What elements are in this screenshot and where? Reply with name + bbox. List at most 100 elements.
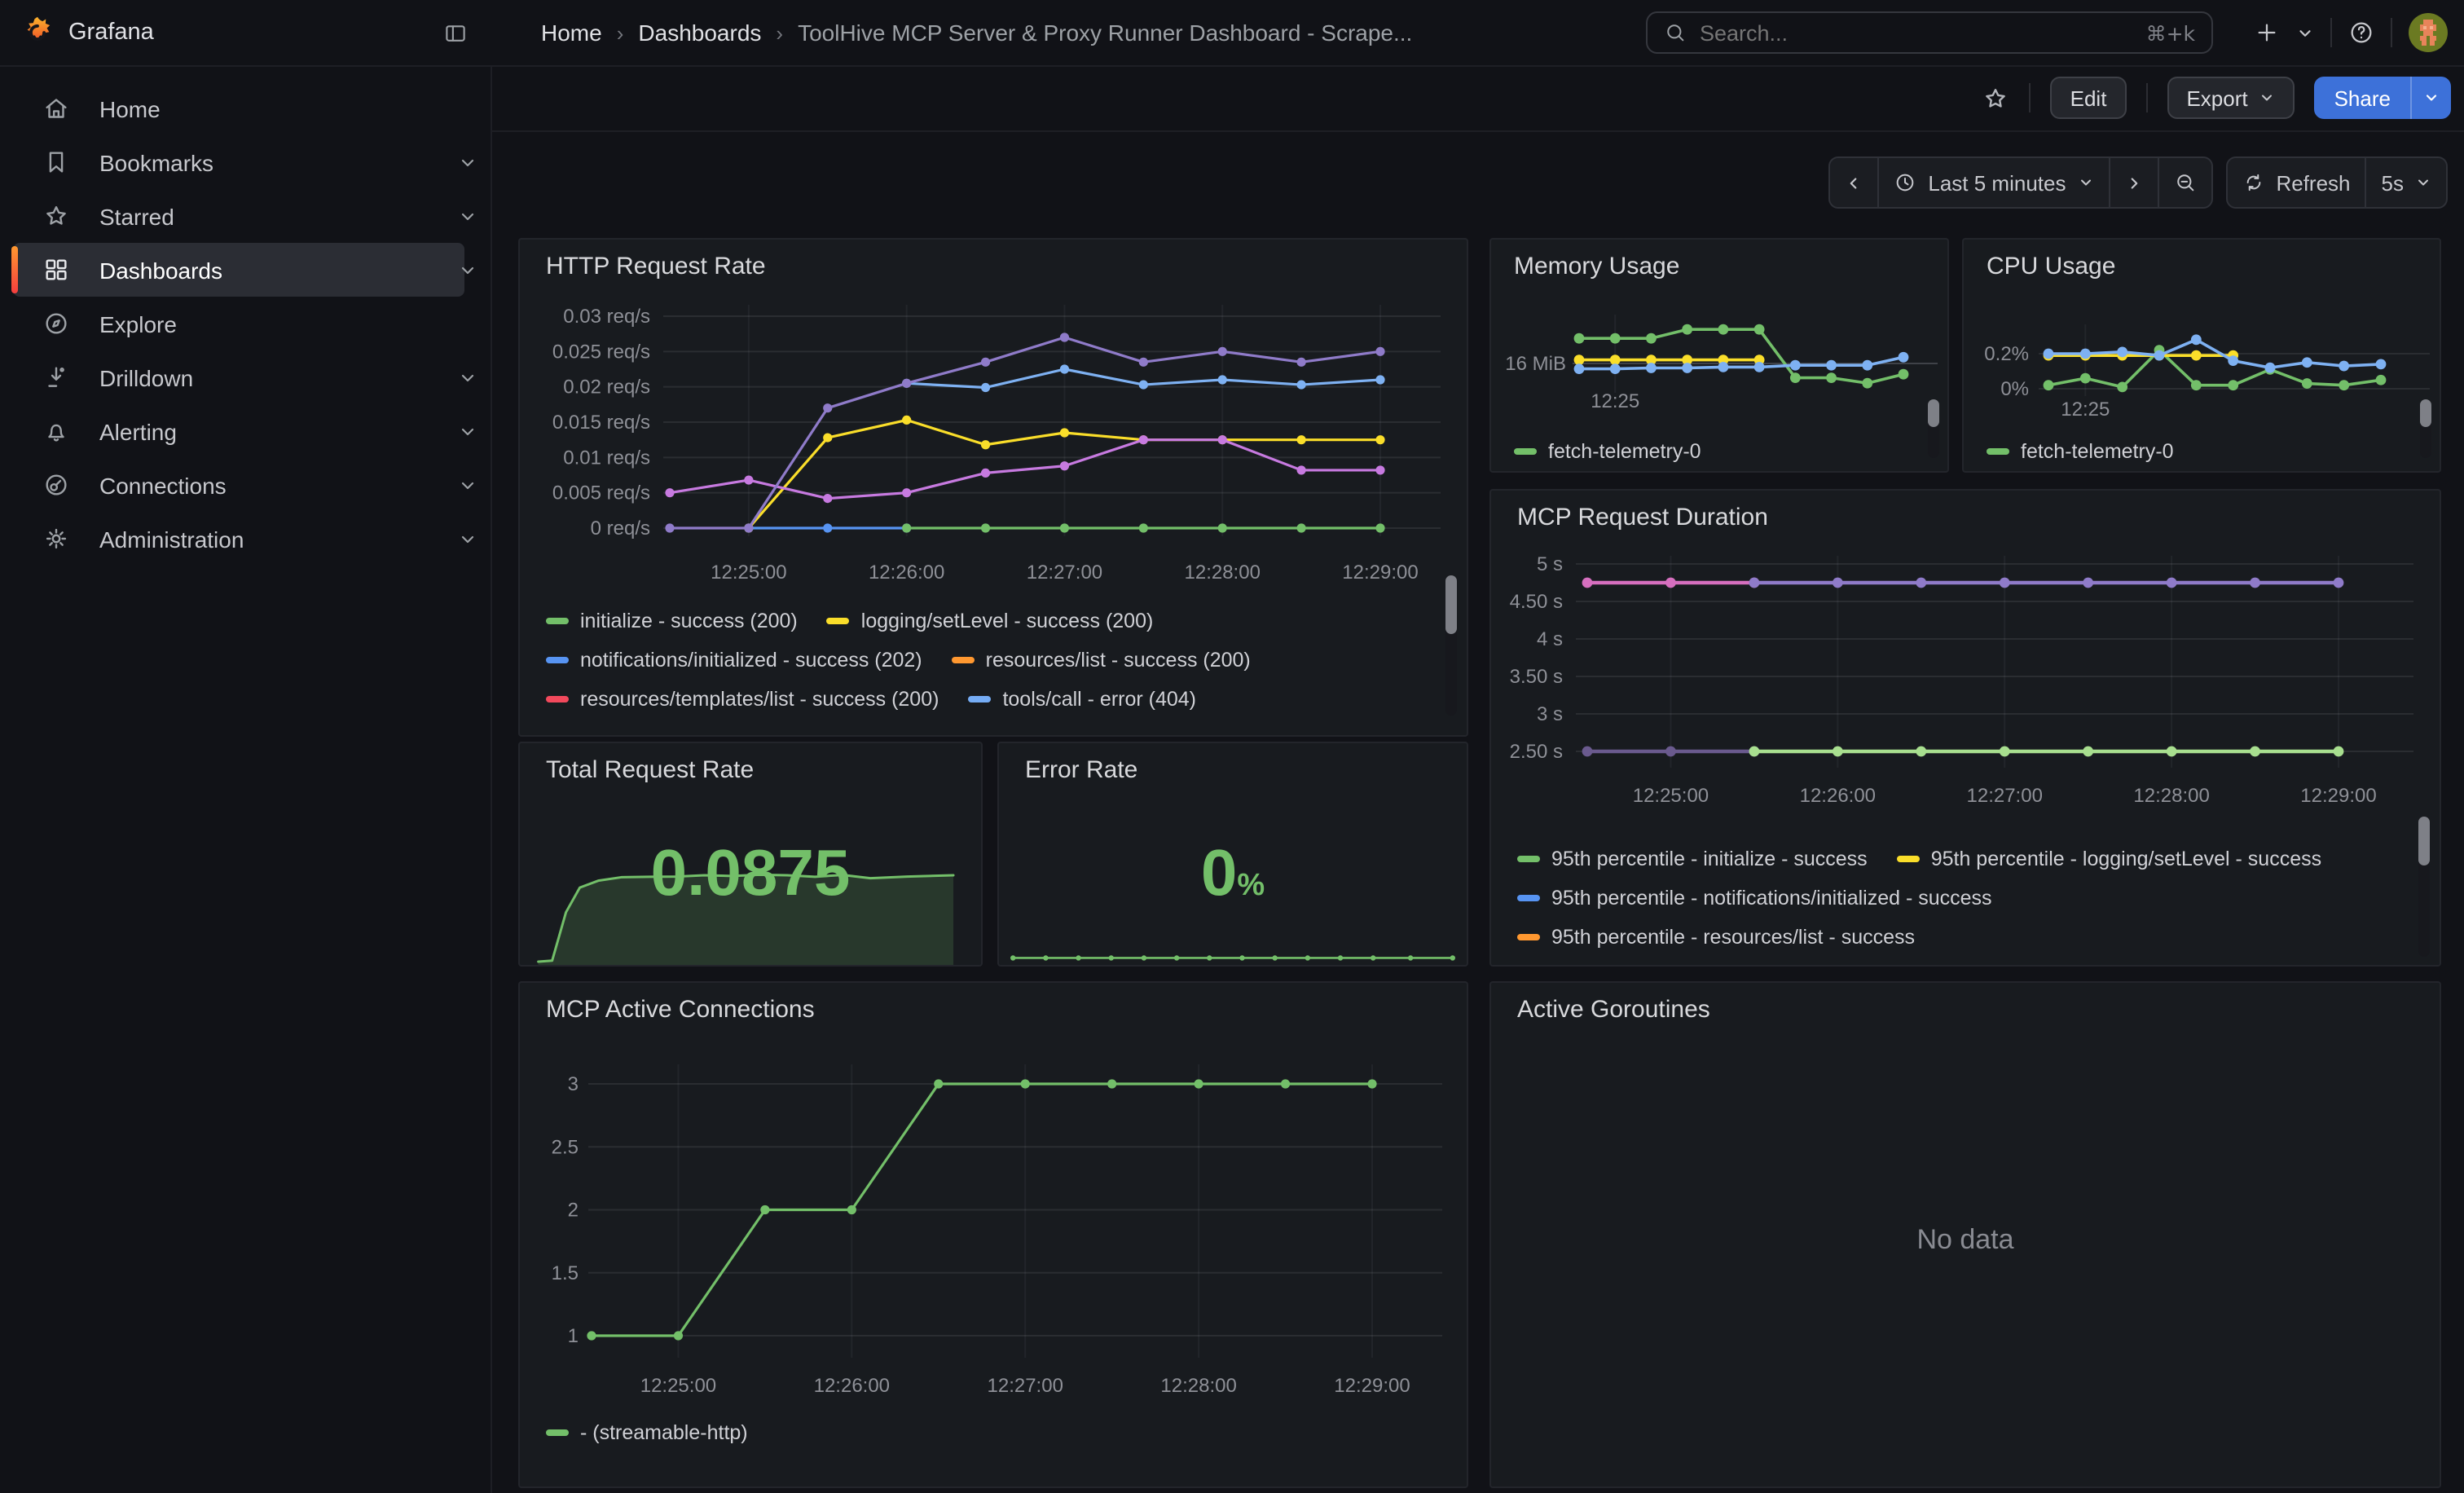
grafana-logo-icon[interactable] — [20, 15, 55, 51]
stat-value: 0.0875 — [520, 838, 981, 911]
legend-label: unknown - success (200) — [1150, 727, 1376, 729]
panel-error-rate[interactable]: Error Rate 0% — [997, 742, 1468, 967]
legend-label: notifications/initialized - success (202… — [580, 649, 922, 672]
chart-legend: fetch-telemetry-0 — [1514, 432, 1912, 471]
panel-mcp-request-duration[interactable]: MCP Request Duration 5 s4.50 s4 s3.50 s3… — [1489, 489, 2441, 967]
sidebar-item-connections[interactable]: Connections — [13, 458, 464, 512]
legend-item[interactable]: - (streamable-http) — [546, 1421, 748, 1444]
sidebar-item-home[interactable]: Home — [13, 81, 464, 135]
svg-text:3: 3 — [568, 1073, 579, 1095]
divider — [2391, 18, 2392, 47]
chevron-down-icon — [2423, 90, 2440, 106]
zoom-out-button[interactable] — [2158, 158, 2211, 207]
legend-label: 95th percentile - resources/list - succe… — [1551, 926, 1915, 949]
svg-text:12:25:00: 12:25:00 — [1633, 785, 1709, 807]
legend-swatch — [1897, 856, 1920, 862]
legend-label: tools/call - error (404) — [1002, 688, 1196, 711]
sidebar-item-explore[interactable]: Explore — [13, 297, 464, 350]
connections-icon — [42, 471, 70, 499]
add-icon[interactable] — [2254, 20, 2280, 46]
edit-button[interactable]: Edit — [2051, 77, 2127, 119]
legend-item[interactable]: unknown - success (200) — [1115, 727, 1376, 729]
top-bar: Grafana Home › Dashboards › ToolHive MCP… — [0, 0, 2464, 67]
compass-icon — [42, 310, 70, 337]
search-field[interactable] — [1700, 20, 2133, 45]
user-avatar[interactable] — [2409, 13, 2448, 52]
chevron-down-icon[interactable] — [458, 260, 477, 280]
legend-item[interactable]: tools/call - error (404) — [968, 688, 1196, 711]
chevron-down-icon[interactable] — [458, 152, 477, 172]
legend-scrollbar[interactable] — [2418, 817, 2430, 957]
legend-item[interactable]: 95th percentile - logging/setLevel - suc… — [1897, 848, 2321, 870]
help-icon[interactable] — [2348, 20, 2374, 46]
svg-text:2: 2 — [568, 1200, 579, 1222]
refresh-interval-picker[interactable]: 5s — [2367, 158, 2446, 207]
legend-item[interactable]: tools/call - success (200) — [546, 727, 804, 729]
search-input[interactable]: ⌘+k — [1646, 11, 2213, 54]
chevron-down-icon[interactable] — [458, 475, 477, 495]
panel-title[interactable]: Active Goroutines — [1517, 996, 1710, 1024]
sidebar-item-dashboards[interactable]: Dashboards — [13, 243, 464, 297]
breadcrumb-dashboards[interactable]: Dashboards — [638, 20, 761, 46]
legend-scrollbar[interactable] — [2420, 399, 2431, 458]
share-button[interactable]: Share — [2315, 77, 2410, 119]
share-chevron-button[interactable] — [2410, 77, 2451, 119]
legend-scrollbar[interactable] — [1928, 399, 1939, 458]
panel-mcp-active-connections[interactable]: MCP Active Connections 32.521.5112:25:00… — [518, 981, 1468, 1488]
legend-item[interactable]: initialize - success (200) — [546, 610, 798, 632]
sidebar-item-starred[interactable]: Starred — [13, 189, 464, 243]
panel-http-request-rate[interactable]: HTTP Request Rate 0.03 req/s0.025 req/s0… — [518, 238, 1468, 737]
breadcrumb-home[interactable]: Home — [541, 20, 602, 46]
svg-text:0.02 req/s: 0.02 req/s — [563, 377, 650, 399]
svg-text:12:29:00: 12:29:00 — [1342, 562, 1418, 584]
legend-label: resources/templates/list - success (200) — [580, 688, 939, 711]
legend-scrollbar[interactable] — [1445, 575, 1457, 716]
chevron-down-icon[interactable] — [458, 206, 477, 226]
sidebar-item-alerting[interactable]: Alerting — [13, 404, 464, 458]
time-range-picker[interactable]: Last 5 minutes — [1879, 158, 2110, 207]
panel-active-goroutines[interactable]: Active Goroutines No data — [1489, 981, 2441, 1488]
legend-label: fetch-telemetry-0 — [1548, 440, 1701, 463]
legend-item[interactable]: 95th percentile - initialize - success — [1517, 848, 1868, 870]
export-label: Export — [2186, 86, 2247, 110]
export-button[interactable]: Export — [2167, 77, 2295, 119]
panel-total-request-rate[interactable]: Total Request Rate 0.0875 — [518, 742, 983, 967]
sidebar-item-bookmarks[interactable]: Bookmarks — [13, 135, 464, 189]
legend-item[interactable]: fetch-telemetry-0 — [1514, 440, 1701, 463]
svg-text:3.50 s: 3.50 s — [1510, 666, 1563, 688]
time-shift-back-button[interactable] — [1830, 158, 1879, 207]
sidebar-item-drilldown[interactable]: Drilldown — [13, 350, 464, 404]
legend-item[interactable]: 95th percentile - resources/templates/li… — [1517, 965, 2009, 967]
legend-item[interactable]: resources/list - success (200) — [952, 649, 1251, 672]
svg-text:12:27:00: 12:27:00 — [1027, 562, 1102, 584]
chevron-right-icon — [2124, 174, 2142, 192]
svg-text:12:26:00: 12:26:00 — [1800, 785, 1876, 807]
http-request-rate-chart: 0.03 req/s0.025 req/s0.02 req/s0.015 req… — [520, 240, 1467, 597]
svg-text:12:27:00: 12:27:00 — [1967, 785, 2043, 807]
legend-item[interactable]: 95th percentile - notifications/initiali… — [1517, 887, 1992, 909]
legend-item[interactable]: tools/list - success (200) — [834, 727, 1086, 729]
refresh-button[interactable]: Refresh — [2227, 158, 2366, 207]
time-shift-forward-button[interactable] — [2110, 158, 2158, 207]
drilldown-icon — [42, 363, 70, 391]
legend-item[interactable]: notifications/initialized - success (202… — [546, 649, 922, 672]
legend-item[interactable]: logging/setLevel - success (200) — [827, 610, 1154, 632]
legend-item[interactable]: 95th percentile - resources/list - succe… — [1517, 926, 1915, 949]
favorite-star-icon[interactable] — [1982, 84, 2010, 112]
add-chevron-down-icon[interactable] — [2296, 24, 2314, 42]
legend-swatch — [1514, 448, 1537, 455]
legend-item[interactable]: resources/templates/list - success (200) — [546, 688, 939, 711]
chart-legend: 95th percentile - initialize - success 9… — [1517, 839, 2404, 967]
chevron-down-icon[interactable] — [458, 368, 477, 387]
sidebar-toggle-icon[interactable] — [443, 21, 468, 46]
panel-cpu-usage[interactable]: CPU Usage 0.2%0%12:25 fetch-telemetry-0 — [1962, 238, 2441, 473]
svg-text:12:25:00: 12:25:00 — [640, 1375, 716, 1397]
sidebar-item-administration[interactable]: Administration — [13, 512, 464, 566]
legend-item[interactable]: fetch-telemetry-0 — [1987, 440, 2174, 463]
chevron-down-icon[interactable] — [458, 529, 477, 548]
chevron-down-icon[interactable] — [458, 421, 477, 441]
panel-memory-usage[interactable]: Memory Usage 16 MiB12:25 fetch-telemetry… — [1489, 238, 1949, 473]
edit-label: Edit — [2070, 86, 2107, 110]
refresh-interval-label: 5s — [2382, 170, 2404, 195]
memory-usage-chart: 16 MiB12:25 — [1491, 240, 1947, 430]
